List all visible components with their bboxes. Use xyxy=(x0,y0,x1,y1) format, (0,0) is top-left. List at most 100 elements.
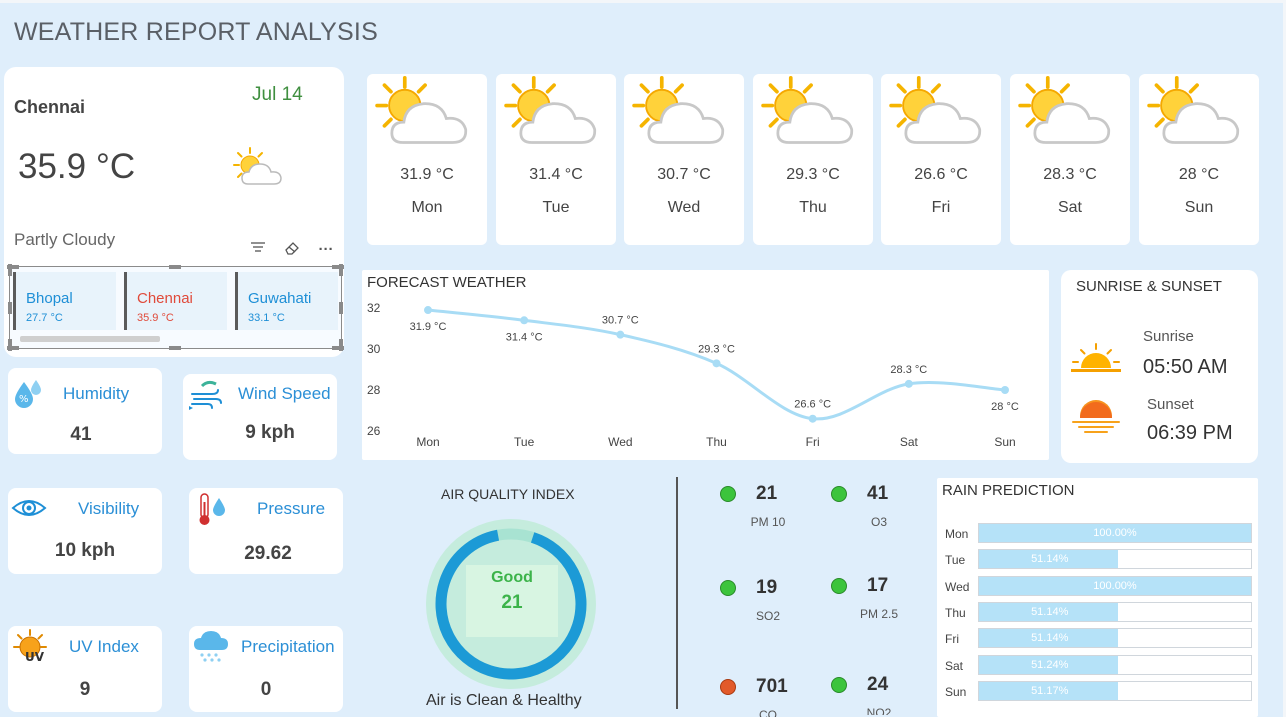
rain-bar-label: 51.14% xyxy=(1031,553,1069,566)
forecast-temp: 26.6 °C xyxy=(914,166,968,183)
x-tick-label: Fri xyxy=(806,435,820,449)
pollutant-value: 24 xyxy=(867,674,889,695)
wind-speed-label: Wind Speed xyxy=(238,384,331,403)
rain-day-label: Wed xyxy=(945,579,970,594)
resize-handle[interactable] xyxy=(8,302,12,314)
rain-day-label: Sun xyxy=(945,684,967,699)
current-temperature: 35.9 °C xyxy=(18,147,136,186)
slicer-chip-chennai[interactable]: Chennai 35.9 °C xyxy=(124,272,227,330)
forecast-temp: 30.7 °C xyxy=(657,166,711,183)
resize-handle[interactable] xyxy=(339,339,343,351)
resize-handle[interactable] xyxy=(169,346,181,350)
forecast-day: Tue xyxy=(542,199,570,216)
visibility-label: Visibility xyxy=(78,499,140,518)
rain-bar-label: 51.24% xyxy=(1031,658,1069,671)
pollutant-name: PM 2.5 xyxy=(859,607,898,621)
slicer-scrollbar[interactable] xyxy=(20,336,160,342)
precipitation-value: 0 xyxy=(260,679,272,700)
data-label: 28 °C xyxy=(991,401,1019,413)
resize-handle[interactable] xyxy=(339,302,343,314)
forecast-temp: 31.4 °C xyxy=(529,166,583,183)
humidity-value: 41 xyxy=(70,424,92,445)
partly-cloudy-icon xyxy=(1147,76,1249,153)
partly-cloudy-icon xyxy=(504,76,606,153)
forecast-card-sat: 28.3 °C Sat xyxy=(1010,74,1130,245)
chip-city-temp: 33.1 °C xyxy=(248,312,285,324)
chip-city-name: Guwahati xyxy=(248,290,312,307)
forecast-day: Fri xyxy=(931,199,951,216)
sunrise-label: Sunrise xyxy=(1143,328,1194,345)
rain-day-label: Fri xyxy=(945,632,959,647)
forecast-day: Sun xyxy=(1184,199,1214,216)
pollutant-name: SO2 xyxy=(755,609,780,623)
current-date: Jul 14 xyxy=(252,84,303,105)
pollutant-status-dot xyxy=(720,486,736,502)
x-tick-label: Wed xyxy=(608,435,632,449)
sunrise-icon xyxy=(1069,342,1123,381)
resize-handle[interactable] xyxy=(339,264,343,276)
wind-speed-card: Wind Speed 9 kph xyxy=(183,374,337,460)
data-point xyxy=(904,379,913,388)
y-tick-label: 28 xyxy=(367,383,381,397)
sunrise-sunset-title: SUNRISE & SUNSET xyxy=(1076,278,1222,295)
aqi-value: 21 xyxy=(501,592,523,613)
more-options-icon[interactable]: ··· xyxy=(316,240,336,260)
data-label: 31.4 °C xyxy=(506,331,543,343)
svg-text:UV: UV xyxy=(25,650,45,664)
humidity-card: % Humidity 41 xyxy=(8,368,162,454)
y-tick-label: 32 xyxy=(367,301,381,315)
sunrise-sunset-card: SUNRISE & SUNSET Sunrise 05:50 AM Sunset… xyxy=(1061,270,1258,463)
thermometer-icon xyxy=(195,492,229,533)
forecast-card-fri: 26.6 °C Fri xyxy=(881,74,1001,245)
rain-day-label: Thu xyxy=(945,605,966,620)
forecast-temp: 28.3 °C xyxy=(1043,166,1097,183)
resize-handle[interactable] xyxy=(8,264,12,276)
partly-cloudy-icon xyxy=(232,146,288,193)
aqi-rating: Good xyxy=(491,569,533,586)
pressure-card: Pressure 29.62 xyxy=(189,488,343,574)
visibility-card: Visibility 10 kph xyxy=(8,488,162,574)
pollutant-status-dot xyxy=(831,578,847,594)
sunset-time: 06:39 PM xyxy=(1147,422,1233,444)
precipitation-label: Precipitation xyxy=(241,637,335,656)
forecast-day: Thu xyxy=(799,199,827,216)
y-tick-label: 26 xyxy=(367,424,381,438)
rain-bar-label: 100.00% xyxy=(1093,579,1137,592)
sunset-label: Sunset xyxy=(1147,396,1194,413)
forecast-line-chart: 32 30 28 26 31.9 °C Mon 31.4 °C Tue 30.7 °C Wed 29… xyxy=(367,301,1019,449)
slicer-chip-guwahati[interactable]: Guwahati 33.1 °C xyxy=(235,272,338,330)
resize-handle[interactable] xyxy=(169,265,181,269)
aqi-status: Air is Clean & Healthy xyxy=(426,692,582,709)
slicer-chip-bhopal[interactable]: Bhopal 27.7 °C xyxy=(13,272,116,330)
forecast-card-sun: 28 °C Sun xyxy=(1139,74,1259,245)
uv-index-card: UV UV Index 9 xyxy=(8,626,162,712)
pollutant-name: CO xyxy=(759,708,777,717)
section-divider xyxy=(676,477,678,709)
partly-cloudy-icon xyxy=(375,76,477,153)
city-slicer[interactable]: Bhopal 27.7 °C Chennai 35.9 °C Guwahati … xyxy=(7,264,344,351)
forecast-temp: 29.3 °C xyxy=(786,166,840,183)
pollutant-value: 19 xyxy=(756,577,778,598)
data-point xyxy=(1001,386,1009,394)
pollutant-name: O3 xyxy=(870,515,887,529)
rain-bar-track: 100.00% xyxy=(978,523,1252,543)
sunrise-time: 05:50 AM xyxy=(1143,356,1228,378)
rain-bar-track: 100.00% xyxy=(978,575,1252,596)
chip-city-name: Bhopal xyxy=(26,290,73,307)
rain-bar-label: 51.14% xyxy=(1031,632,1069,645)
forecast-card-tue: 31.4 °C Tue xyxy=(496,74,616,245)
resize-handle[interactable] xyxy=(8,339,12,351)
data-point xyxy=(424,306,432,315)
rain-day-label: Tue xyxy=(945,553,966,568)
filter-icon[interactable] xyxy=(248,240,268,260)
y-tick-label: 30 xyxy=(367,342,381,356)
rain-bar-track: 51.17% xyxy=(978,680,1252,701)
x-tick-label: Thu xyxy=(706,435,727,449)
eraser-icon[interactable] xyxy=(282,240,302,260)
wind-icon xyxy=(186,378,224,419)
rain-day-label: Mon xyxy=(945,527,969,541)
forecast-day: Wed xyxy=(667,199,701,216)
data-label: 29.3 °C xyxy=(698,343,735,355)
data-label: 26.6 °C xyxy=(794,399,831,411)
rain-prediction-title: RAIN PREDICTION xyxy=(942,482,1075,499)
